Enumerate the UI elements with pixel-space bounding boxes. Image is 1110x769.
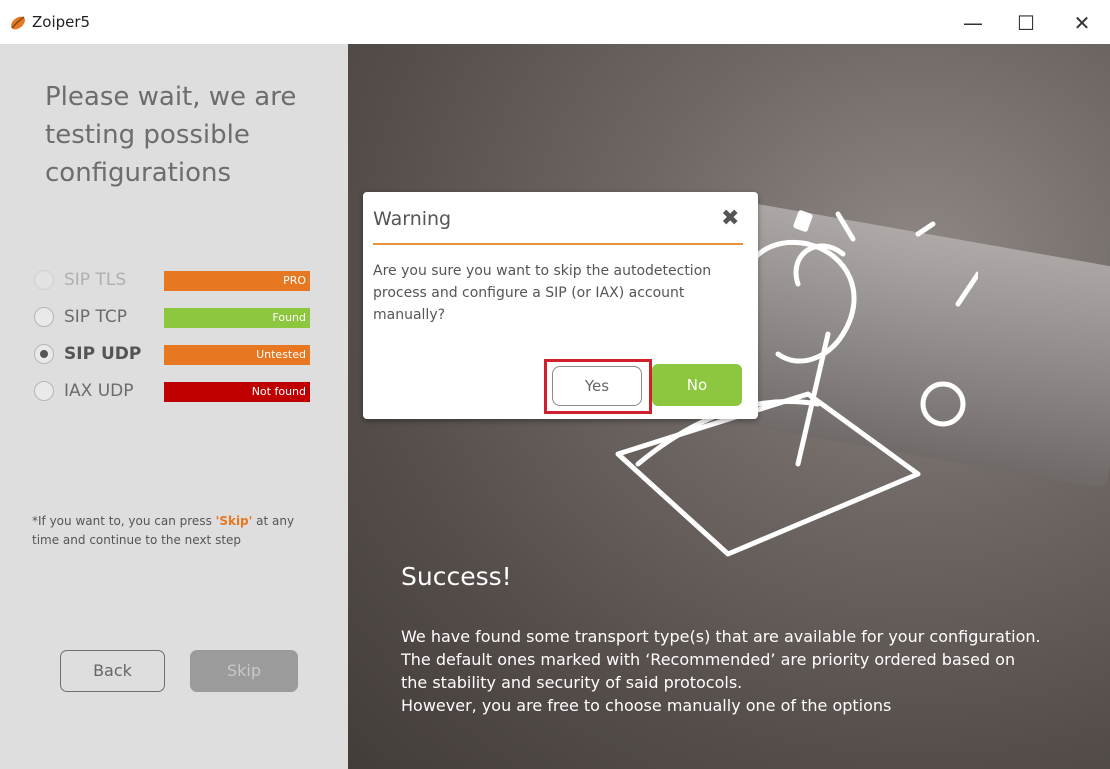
radio-sip-udp[interactable] <box>34 344 54 364</box>
protocol-option-sip-udp[interactable]: SIP UDP Untested <box>34 342 324 368</box>
radio-sip-tls <box>34 270 54 290</box>
success-heading: Success! <box>401 562 512 591</box>
close-window-button[interactable]: ✕ <box>1062 10 1102 36</box>
status-badge: Found <box>164 308 310 328</box>
window-title: Zoiper5 <box>32 13 91 31</box>
dialog-title: Warning <box>373 208 452 230</box>
protocol-option-sip-tls: SIP TLS PRO <box>34 268 324 294</box>
dialog-message: Are you sure you want to skip the autode… <box>373 263 712 323</box>
radio-iax-udp[interactable] <box>34 381 54 401</box>
success-line: The default ones marked with ‘Recommende… <box>401 650 1016 692</box>
status-badge: Not found <box>164 382 310 402</box>
radio-sip-tcp[interactable] <box>34 307 54 327</box>
yes-button[interactable]: Yes <box>552 366 642 406</box>
protocol-option-sip-tcp[interactable]: SIP TCP Found <box>34 305 324 331</box>
protocol-label: SIP TLS <box>64 270 127 290</box>
success-line: However, you are free to choose manually… <box>401 696 892 715</box>
protocol-label: SIP TCP <box>64 307 127 327</box>
success-line: We have found some transport type(s) tha… <box>401 627 1041 646</box>
close-icon[interactable]: ✖ <box>721 206 739 231</box>
protocol-option-iax-udp[interactable]: IAX UDP Not found <box>34 379 324 405</box>
status-badge: Untested <box>164 345 310 365</box>
no-button[interactable]: No <box>652 364 742 406</box>
page-title: Please wait, we are testing possible con… <box>45 82 297 188</box>
protocol-label: SIP UDP <box>64 344 142 364</box>
hint-skip-word: 'Skip' <box>215 514 253 528</box>
hint-prefix: *If you want to, you can press <box>32 514 216 528</box>
skip-hint: *If you want to, you can press 'Skip' at… <box>32 512 322 550</box>
maximize-button[interactable]: ☐ <box>1006 10 1046 36</box>
minimize-button[interactable]: — <box>953 10 993 36</box>
dialog-divider <box>373 243 743 245</box>
zoiper-logo-icon <box>11 16 25 30</box>
back-button[interactable]: Back <box>60 650 165 692</box>
status-badge: PRO <box>164 271 310 291</box>
title-bar: Zoiper5 — ☐ ✕ <box>0 0 1110 44</box>
protocol-label: IAX UDP <box>64 381 134 401</box>
left-panel: Please wait, we are testing possible con… <box>0 44 348 769</box>
skip-button[interactable]: Skip <box>190 650 298 692</box>
success-description: We have found some transport type(s) tha… <box>401 625 1041 717</box>
